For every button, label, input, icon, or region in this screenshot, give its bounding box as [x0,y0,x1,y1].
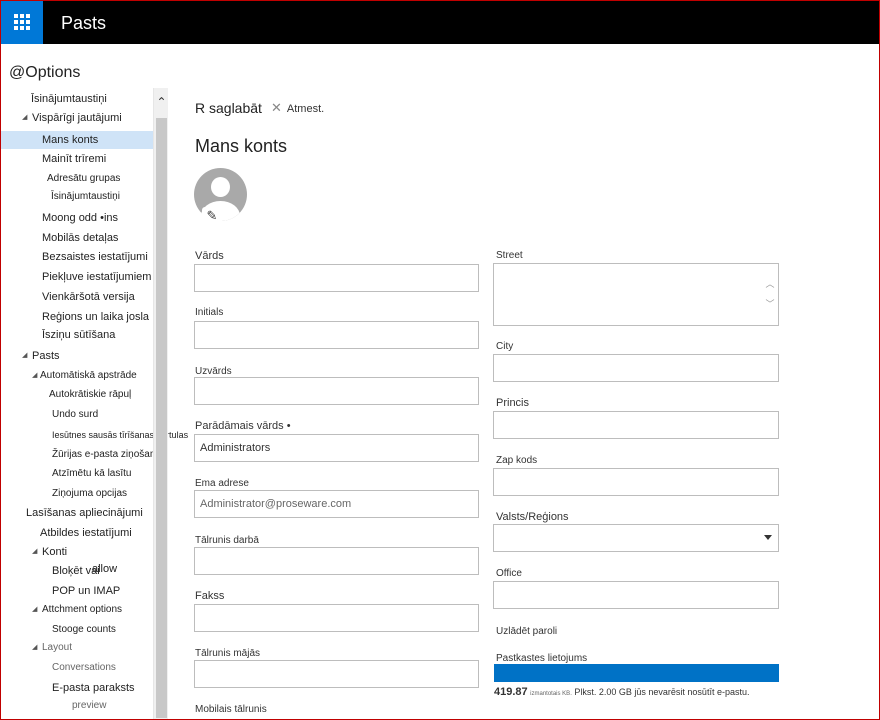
sidebar-group-label: Konti [42,546,68,558]
sidebar-group-layout[interactable]: ◢ Layout [32,639,72,657]
edit-pencil-icon[interactable]: ✎ [202,207,222,225]
sidebar-item-reading-pane[interactable]: preview [72,697,106,715]
top-bar: Pasts [0,0,880,44]
initials-input[interactable] [194,321,479,349]
last-name-label: Uzvārds [195,366,232,377]
country-label: Valsts/Reģions [496,511,569,523]
sidebar-group-accounts[interactable]: ◢ Konti [32,543,67,561]
mailbox-usage-limit: Plkst. 2.00 GB jūs nevarēsit nosūtīt e-p… [574,687,750,697]
province-input[interactable] [493,411,779,439]
office-label: Office [496,568,522,579]
collapse-triangle-icon: ◢ [22,352,28,359]
sidebar-item-offline-settings[interactable]: Bezsaistes iestatījumi [42,248,148,266]
home-phone-input[interactable] [194,660,479,688]
province-label: Princis [496,397,530,409]
sidebar-item-groups[interactable]: Adresātu grupas [47,170,120,188]
app-launcher-button[interactable] [0,0,43,44]
collapse-triangle-icon: ◢ [32,372,38,379]
city-input[interactable] [493,354,779,382]
discard-label: Atmest. [286,103,325,115]
sidebar-group-label: Vispārīgi jautājumi [32,112,122,124]
sidebar-item-pop-imap[interactable]: POP un IMAP [52,582,120,600]
sidebar-group-mail[interactable]: ◢ Pasts [22,347,60,365]
options-sidebar: Īsinājumtaustiņi ◢ Vispārīgi jautājumi Ma… [0,88,188,720]
sidebar-group-attachment-options[interactable]: ◢ Attchment options [32,601,122,619]
sidebar-item-mark-as-read[interactable]: Atzīmētu kā lasītu [52,465,131,483]
sidebar-scrollbar[interactable]: ⌃ [153,88,168,720]
mailbox-usage-text: 419.87 izmantotais KB. Plkst. 2.00 GB jū… [494,686,749,698]
email-label: Ema adrese [195,478,249,489]
sidebar-item-reply-settings[interactable]: Atbildes iestatījumi [40,524,132,542]
sidebar-item-light-version[interactable]: Vienkāršotā versija [42,288,135,306]
email-field: Administrator@proseware.com [194,490,479,518]
sidebar-item-text-messaging[interactable]: Īsziņu sūtīšana [42,326,115,344]
display-name-input[interactable]: Administrators [194,434,479,462]
sidebar-item-region-time-zone[interactable]: Reģions un laika josla [42,308,149,326]
mobile-phone-label: Mobilais tālrunis [195,704,267,715]
sidebar-item-junk-email-reporting[interactable]: Žūrijas e-pasta ziņošana [52,446,161,464]
last-name-input[interactable] [194,377,479,405]
sidebar-group-general[interactable]: ◢ Vispārīgi jautājumi [22,109,122,127]
avatar-head [211,177,230,197]
textarea-scroll-arrows-icon: ︿ ﹀ [765,279,775,309]
display-name-label: Parādāmais vārds • [195,420,291,432]
zip-input[interactable] [493,468,779,496]
sidebar-item-accessibility[interactable]: Piekļuve iestatījumiem [42,268,151,286]
save-button[interactable]: R saglabāt [195,100,262,116]
sidebar-group-label: Automātiskā apstrāde [40,370,137,381]
first-name-label: Vārds [195,250,224,262]
collapse-triangle-icon: ◢ [32,606,38,613]
my-account-panel: R saglabāt ✕ Atmest. Mans konts ✎ Vārds I… [168,88,880,720]
sidebar-item-automatic-replies[interactable]: Autokrātiskie rāpuļ [49,386,131,404]
sidebar-group-label: Layout [42,642,73,653]
sidebar-item-read-receipts[interactable]: Lasīšanas apliecinājumi [26,504,143,522]
street-textarea[interactable]: ︿ ﹀ [493,263,779,326]
app-title: Pasts [61,13,107,33]
sidebar-item-email-signature[interactable]: E-pasta paraksts [52,679,135,697]
work-phone-label: Tālrunis darbā [195,535,259,546]
sidebar-item-shortcuts[interactable]: Īsinājumtaustiņi [31,90,107,108]
sidebar-item-change-theme[interactable]: Mainīt trīremi [42,150,106,168]
sidebar-item-block-or-allow[interactable]: Bloķēt vai allow [52,562,117,580]
mailbox-usage-bar [494,664,779,682]
fax-label: Fakss [195,590,225,602]
sidebar-item-conversations[interactable]: Conversations [52,659,116,677]
mailbox-usage-unit: izmantotais KB. [530,691,572,697]
scroll-up-icon[interactable]: ⌃ [154,96,169,108]
zip-label: Zap kods [496,455,538,466]
discard-button[interactable]: ✕ Atmest. [271,100,324,116]
mailbox-usage-value: 419.87 [494,686,528,698]
sidebar-item-message-options[interactable]: Ziņojuma opcijas [52,485,127,503]
sidebar-ghost-label: allow [92,563,118,575]
sidebar-item-my-account[interactable]: Mans konts [0,131,153,149]
sidebar-item-shortcuts-2[interactable]: Īsinājumtaustiņi [51,188,120,206]
office-input[interactable] [493,581,779,609]
home-phone-label: Tālrunis mājās [195,648,261,659]
sidebar-item-storage-accounts[interactable]: Stooge counts [52,621,116,639]
fax-input[interactable] [194,604,479,632]
sidebar-item-add-ins[interactable]: Moong odd •ins [42,209,118,227]
work-phone-input[interactable] [194,547,479,575]
sidebar-item-mobile-devices[interactable]: Mobilās detaļas [42,229,118,247]
initials-label: Initials [195,307,224,318]
first-name-input[interactable] [194,264,479,292]
options-title: @Options [9,64,81,81]
chevron-down-icon [764,535,772,540]
change-password-link[interactable]: Uzlādēt paroli [496,626,557,637]
collapse-triangle-icon: ◢ [32,548,38,555]
scrollbar-thumb[interactable] [156,118,167,718]
close-icon: ✕ [271,100,282,115]
collapse-triangle-icon: ◢ [22,114,28,121]
collapse-triangle-icon: ◢ [32,644,38,651]
page-title: Mans konts [195,136,288,156]
country-select[interactable] [493,524,779,552]
app-launcher-icon [13,14,30,30]
city-label: City [496,341,514,352]
sidebar-group-automatic-processing[interactable]: ◢ Automātiskā apstrāde [32,367,137,385]
street-label: Street [496,250,523,261]
sidebar-item-undo-send[interactable]: Undo surd [52,406,98,424]
sidebar-group-label: Attchment options [42,604,123,615]
sidebar-group-label: Pasts [32,350,60,362]
mailbox-usage-label: Pastkastes lietojums [496,653,588,664]
